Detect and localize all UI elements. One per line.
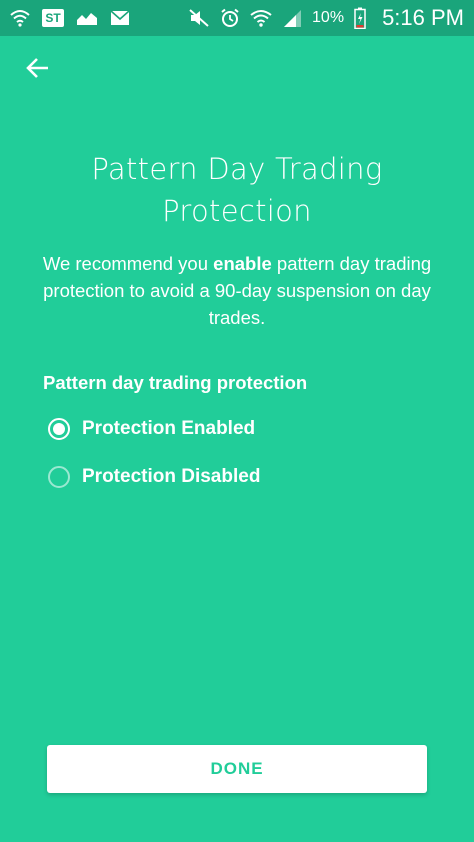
page-title-line2: Protection bbox=[162, 194, 312, 228]
radio-selected-icon[interactable] bbox=[48, 418, 70, 440]
stocktwits-icon: ST bbox=[42, 9, 64, 27]
system-icons: 10% 5:16 PM bbox=[188, 5, 464, 31]
signal-icon bbox=[282, 8, 302, 28]
radio-unselected-icon[interactable] bbox=[48, 466, 70, 488]
battery-icon bbox=[354, 7, 366, 29]
back-button[interactable] bbox=[22, 54, 54, 86]
radio-protection-enabled[interactable]: Protection Enabled bbox=[48, 418, 255, 440]
notification-icons: ST bbox=[10, 9, 130, 27]
radio-protection-disabled[interactable]: Protection Disabled bbox=[48, 466, 260, 488]
battery-percent: 10% bbox=[312, 9, 345, 26]
radio-label-disabled: Protection Disabled bbox=[82, 466, 261, 487]
description-part1: We recommend you bbox=[42, 253, 214, 274]
email-icon bbox=[110, 10, 130, 26]
status-bar: ST 10% 5:16 PM bbox=[0, 0, 474, 36]
radio-dot bbox=[53, 423, 65, 435]
section-label: Pattern day trading protection bbox=[43, 372, 308, 393]
alarm-icon bbox=[220, 8, 240, 28]
wifi-notification-icon bbox=[10, 9, 30, 27]
page-title-line1: Pattern Day Trading bbox=[91, 152, 383, 186]
status-clock: 5:16 PM bbox=[382, 5, 464, 30]
arrow-left-icon bbox=[25, 57, 51, 83]
description-bold: enable bbox=[213, 253, 272, 274]
mute-icon bbox=[188, 8, 210, 28]
done-button-label: DONE bbox=[210, 759, 264, 778]
chart-icon bbox=[76, 10, 98, 26]
done-button[interactable]: DONE bbox=[47, 745, 427, 793]
page-title: Pattern Day Trading Protection bbox=[0, 148, 474, 232]
wifi-icon bbox=[250, 9, 272, 27]
description-text: We recommend you enable pattern day trad… bbox=[40, 250, 434, 331]
radio-label-enabled: Protection Enabled bbox=[82, 418, 256, 439]
